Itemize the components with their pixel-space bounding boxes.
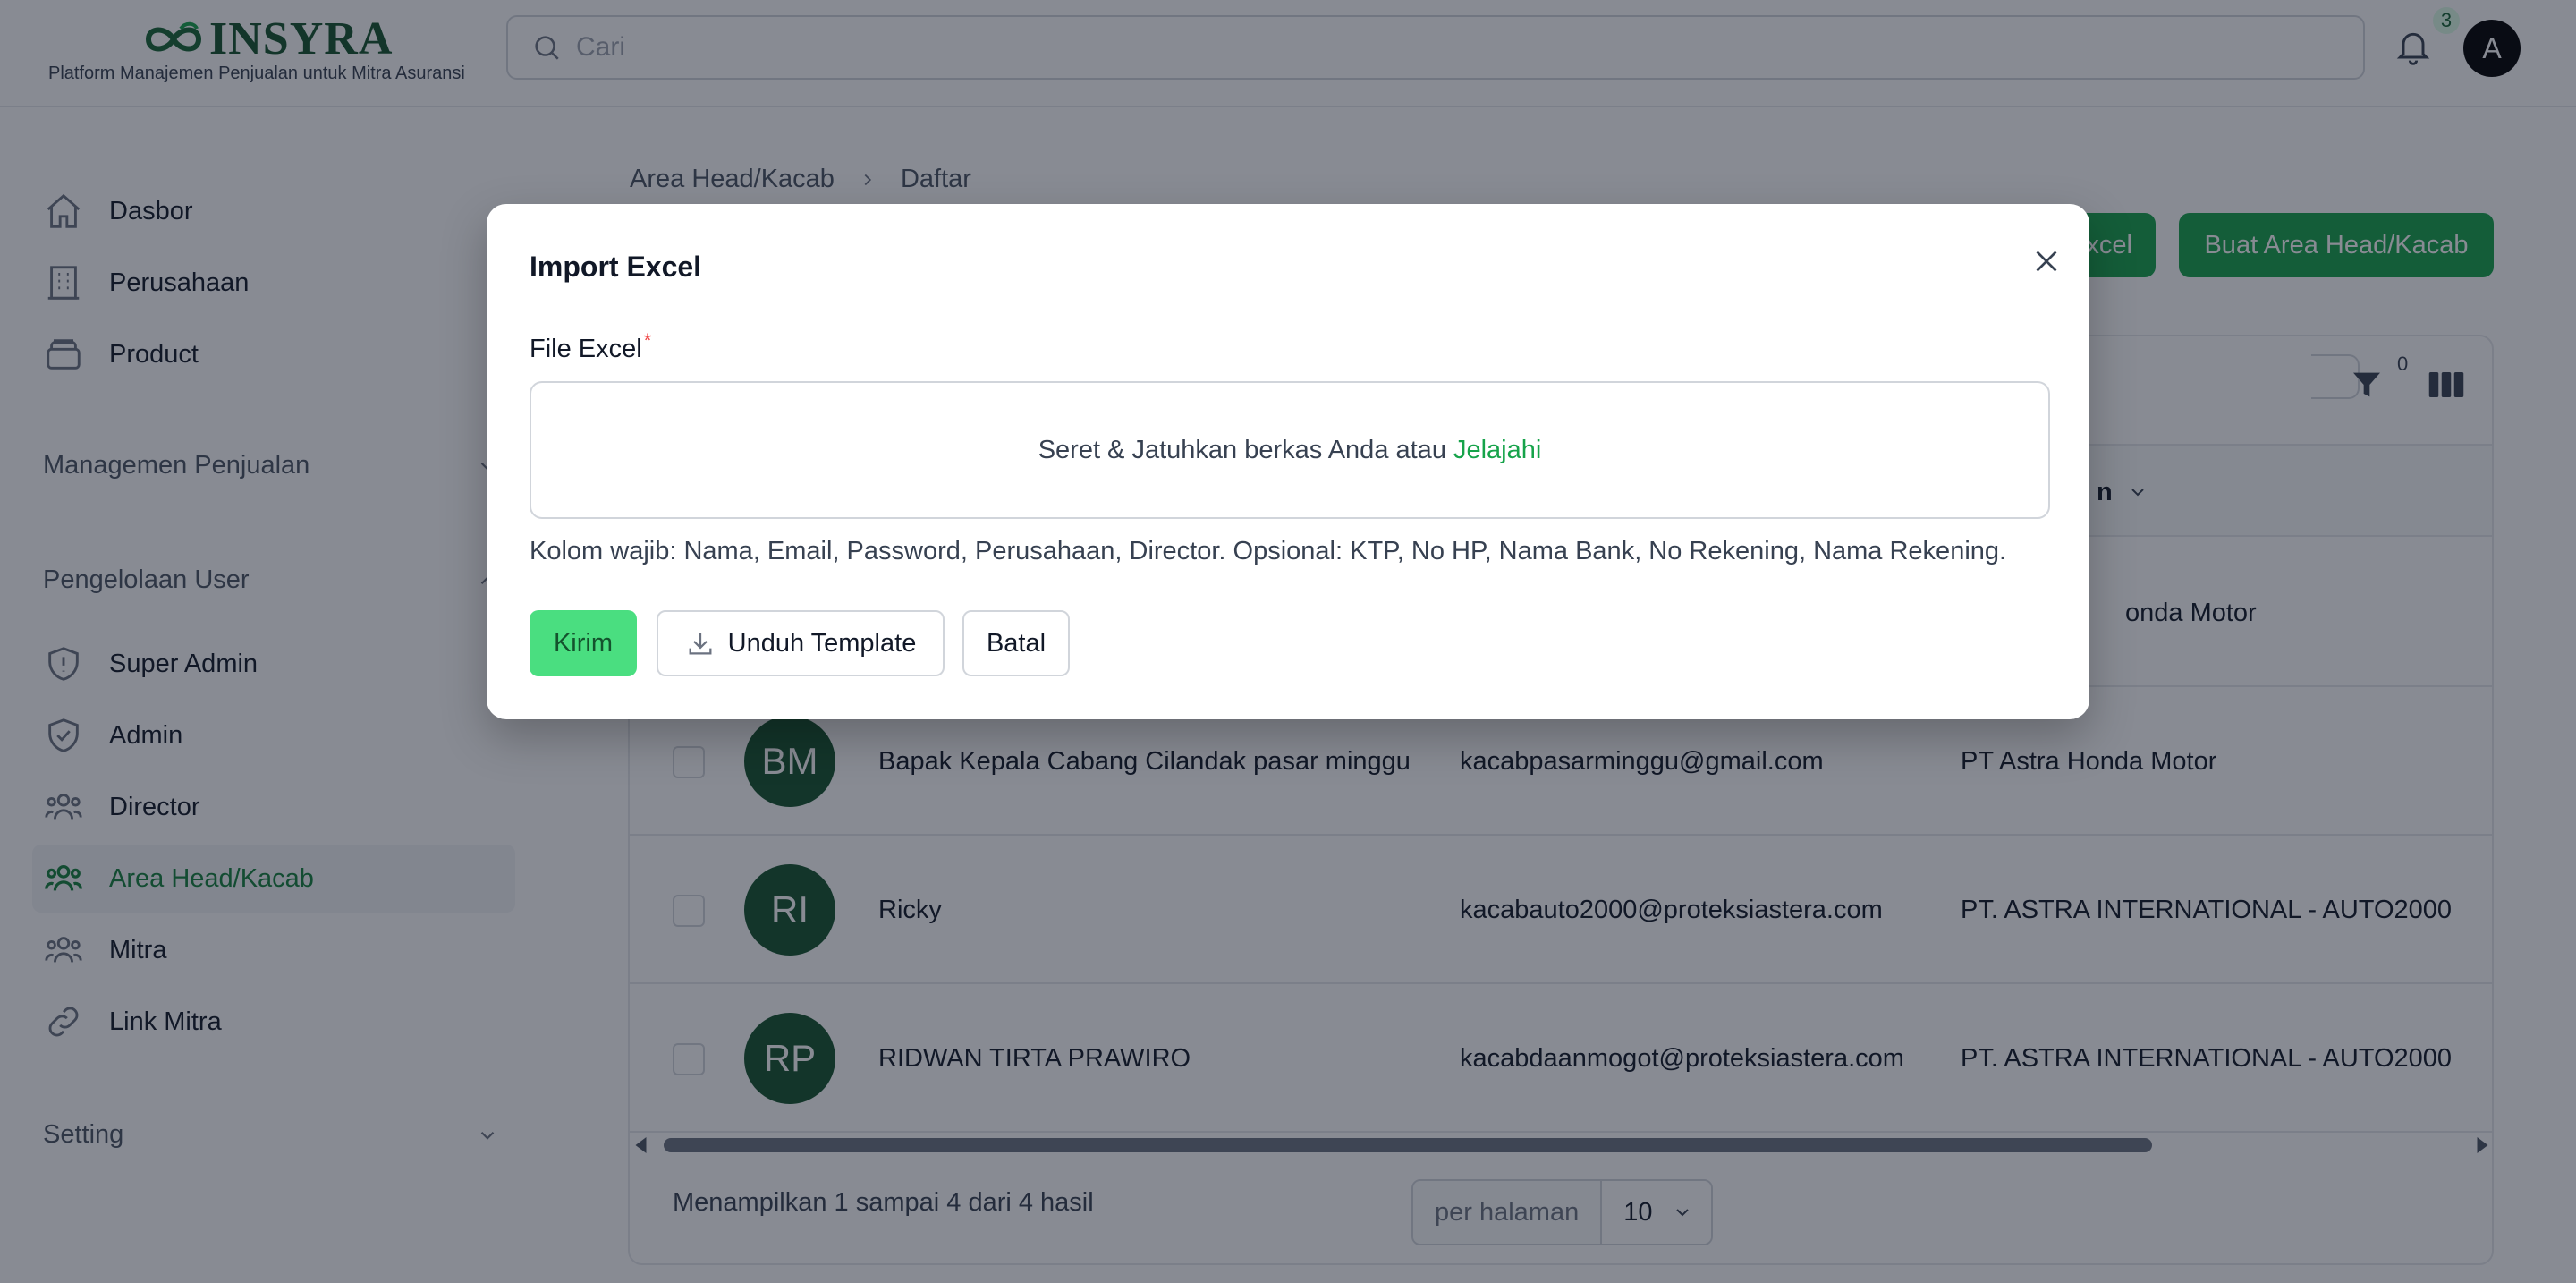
required-columns-help: Kolom wajib: Nama, Email, Password, Peru…	[530, 537, 2007, 565]
cancel-button[interactable]: Batal	[962, 610, 1070, 676]
download-template-label: Unduh Template	[727, 628, 917, 658]
modal-close-button[interactable]	[2021, 236, 2072, 286]
download-icon	[689, 633, 712, 655]
file-excel-label: File Excel*	[530, 329, 651, 364]
dropzone-text: Seret & Jatuhkan berkas Anda atau	[1038, 435, 1446, 464]
download-template-button[interactable]: Unduh Template	[657, 610, 945, 676]
close-icon	[2036, 251, 2057, 272]
browse-link[interactable]: Jelajahi	[1453, 436, 1541, 465]
required-marker: *	[643, 329, 652, 352]
file-excel-label-text: File Excel	[530, 335, 642, 363]
submit-button[interactable]: Kirim	[530, 610, 637, 676]
modal-title: Import Excel	[530, 251, 702, 283]
import-excel-modal: Import Excel File Excel* Seret & Jatuhka…	[487, 204, 2089, 719]
file-dropzone[interactable]: Seret & Jatuhkan berkas Anda atau Jelaja…	[530, 381, 2050, 519]
